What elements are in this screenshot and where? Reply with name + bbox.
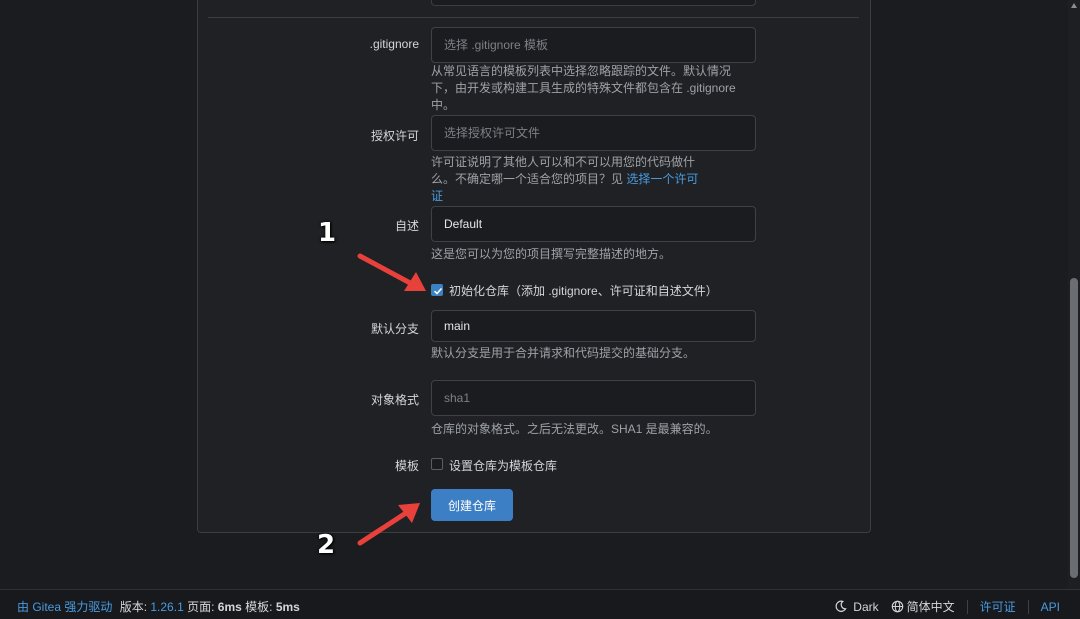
license-select[interactable] — [431, 115, 756, 151]
theme-switcher[interactable]: Dark — [834, 599, 879, 614]
template-label: 模板 — [394, 459, 419, 473]
theme-label: Dark — [853, 599, 879, 614]
license-footer-link[interactable]: 许可证 — [980, 598, 1016, 615]
annotation-marker-2: 2 — [317, 530, 336, 560]
template-checkbox-label[interactable]: 设置仓库为模板仓库 — [449, 457, 557, 474]
footer-separator — [1027, 599, 1029, 614]
api-link[interactable]: API — [1041, 600, 1060, 614]
powered-by-link[interactable]: 由 Gitea 强力驱动 — [17, 600, 112, 614]
template-time-label: 模板: — [241, 600, 276, 614]
annotation-arrow-2 — [357, 503, 420, 546]
object-format-label: 对象格式 — [370, 393, 419, 407]
readme-help: 这是您可以为您的项目撰写完整描述的地方。 — [431, 247, 672, 261]
footer-right: Dark 简体中文 许可证 API — [834, 598, 1060, 615]
version-label: 版本: — [119, 600, 151, 614]
template-checkbox[interactable] — [431, 458, 443, 470]
page-time: 6ms — [217, 600, 242, 614]
page-scrollbar[interactable] — [1068, 0, 1080, 589]
license-label: 授权许可 — [370, 129, 419, 143]
language-switcher[interactable]: 简体中文 — [891, 598, 955, 615]
license-help: 许可证说明了其他人可以和不可以用您的代码做什么。不确定哪一个适合您的项目？见 选… — [431, 154, 701, 205]
language-label: 简体中文 — [906, 600, 955, 614]
scrollbar-thumb[interactable] — [1070, 278, 1078, 578]
page-time-label: 页面: — [183, 600, 218, 614]
default-branch-help: 默认分支是用于合并请求和代码提交的基础分支。 — [431, 346, 696, 360]
annotation-arrow-1 — [357, 253, 426, 291]
gitignore-label: .gitignore — [369, 37, 419, 51]
footer-left: 由 Gitea 强力驱动 版本: 1.26.1 页面: 6ms 模板: 5ms — [17, 598, 300, 615]
gitignore-select[interactable] — [431, 27, 756, 63]
object-format-help: 仓库的对象格式。之后无法更改。SHA1 是最兼容的。 — [431, 422, 718, 436]
readme-label: 自述 — [394, 219, 419, 233]
globe-icon — [891, 600, 903, 613]
template-time: 5ms — [275, 600, 300, 614]
scroll-up-arrow-icon[interactable] — [1071, 3, 1077, 8]
object-format-select[interactable] — [431, 380, 756, 416]
version-link[interactable]: 1.26.1 — [150, 600, 183, 614]
annotation-marker-1: 1 — [318, 218, 337, 248]
section-divider — [208, 17, 859, 18]
footer-separator — [966, 599, 968, 614]
check-icon — [433, 287, 443, 295]
create-repo-button[interactable]: 创建仓库 — [431, 489, 513, 521]
default-branch-label: 默认分支 — [370, 322, 419, 336]
previous-field-bottom — [431, 0, 756, 6]
auto-init-label[interactable]: 初始化仓库（添加 .gitignore、许可证和自述文件） — [449, 282, 718, 299]
gitignore-help: 从常见语言的模板列表中选择忽略跟踪的文件。默认情况下，由开发或构建工具生成的特殊… — [431, 64, 736, 112]
readme-select[interactable] — [431, 206, 756, 242]
footer: 由 Gitea 强力驱动 版本: 1.26.1 页面: 6ms 模板: 5ms … — [0, 589, 1080, 619]
default-branch-input[interactable] — [431, 310, 756, 342]
moon-icon — [835, 600, 847, 612]
